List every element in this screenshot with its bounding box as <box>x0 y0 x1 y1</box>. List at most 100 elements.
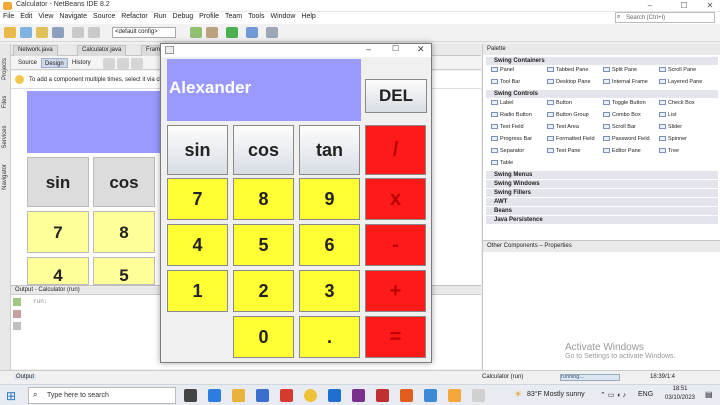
menu-edit[interactable]: Edit <box>17 12 35 21</box>
file-explorer-icon[interactable] <box>232 389 245 402</box>
profile-icon[interactable] <box>266 27 278 38</box>
palette-item[interactable]: Scroll Pane <box>659 67 696 73</box>
tray-icons[interactable]: ⌃ ▭ ◖ ♪ <box>600 391 626 399</box>
menu-team[interactable]: Team <box>222 12 245 21</box>
tab-design[interactable]: Design <box>41 58 68 68</box>
app-icon[interactable] <box>328 389 341 402</box>
palette-item[interactable]: Tree <box>659 148 679 154</box>
minimize-icon[interactable]: – <box>366 44 371 54</box>
undo-icon[interactable] <box>72 27 84 38</box>
maximize-icon[interactable]: ☐ <box>674 0 694 12</box>
palette-item[interactable]: Combo Box <box>603 112 641 118</box>
netbeans-taskbar-icon[interactable] <box>448 389 461 402</box>
preview-design-icon[interactable] <box>131 58 143 69</box>
palette-item[interactable]: Desktop Pane <box>547 79 591 85</box>
settings-icon[interactable] <box>13 322 21 330</box>
palette-item[interactable]: Progress Bar <box>491 136 532 142</box>
minus-button[interactable]: - <box>365 224 426 266</box>
tan-button[interactable]: tan <box>299 125 360 175</box>
digit-6-button[interactable]: 6 <box>299 224 360 266</box>
maximize-icon[interactable]: ☐ <box>392 44 399 53</box>
new-file-icon[interactable] <box>20 27 32 38</box>
task-view-icon[interactable] <box>184 389 197 402</box>
save-all-icon[interactable] <box>52 27 64 38</box>
menu-window[interactable]: Window <box>267 12 298 21</box>
tab-calculator-java[interactable]: Calculator.java <box>77 45 127 56</box>
output-tab[interactable]: Output <box>14 374 37 380</box>
selection-mode-icon[interactable] <box>103 58 115 69</box>
connection-mode-icon[interactable] <box>117 58 129 69</box>
equals-button[interactable]: = <box>365 316 426 358</box>
section-swing-fillers[interactable]: Swing Fillers <box>486 189 718 197</box>
decimal-button[interactable]: . <box>299 316 360 358</box>
section-java-persistence[interactable]: Java Persistence <box>486 216 718 224</box>
plus-button[interactable]: + <box>365 270 426 312</box>
menu-run[interactable]: Run <box>151 12 170 21</box>
menu-help[interactable]: Help <box>298 12 318 21</box>
palette-item[interactable]: Text Field <box>491 124 524 130</box>
debug-icon[interactable] <box>246 27 258 38</box>
digit-0-button[interactable]: 0 <box>233 316 294 358</box>
multiply-button[interactable]: x <box>365 178 426 220</box>
edge-icon[interactable] <box>208 389 221 402</box>
rerun-icon[interactable] <box>13 298 21 306</box>
menu-navigate[interactable]: Navigate <box>56 12 90 21</box>
palette-item[interactable]: Table <box>491 160 513 166</box>
config-select[interactable]: <default config> <box>112 27 176 38</box>
palette-item[interactable]: Button <box>547 100 572 106</box>
chrome-icon[interactable] <box>304 389 317 402</box>
palette-item[interactable]: Radio Button <box>491 112 532 118</box>
digit-7-button[interactable]: 7 <box>167 178 228 220</box>
tab-source[interactable]: Source <box>15 58 40 68</box>
palette-item[interactable]: Editor Pane <box>603 148 641 154</box>
app-icon[interactable] <box>376 389 389 402</box>
digit-8-button[interactable]: 8 <box>233 178 294 220</box>
new-project-icon[interactable] <box>4 27 16 38</box>
palette-item[interactable]: Slider <box>659 124 682 130</box>
palette-item[interactable]: Toggle Button <box>603 100 646 106</box>
section-awt[interactable]: AWT <box>486 198 718 206</box>
app-icon[interactable] <box>352 389 365 402</box>
minimize-icon[interactable]: – <box>640 0 660 12</box>
open-project-icon[interactable] <box>36 27 48 38</box>
close-icon[interactable]: ✕ <box>700 0 720 12</box>
stop-icon[interactable] <box>13 310 21 318</box>
side-tab-files[interactable]: Files <box>2 87 8 117</box>
palette-item[interactable]: Layered Pane <box>659 79 702 85</box>
weather-text[interactable]: 83°F Mostly sunny <box>527 391 585 398</box>
app-icon[interactable] <box>400 389 413 402</box>
palette-item[interactable]: Text Area <box>547 124 579 130</box>
palette-item[interactable]: Text Pane <box>547 148 580 154</box>
menu-file[interactable]: File <box>0 12 17 21</box>
palette-item[interactable]: Button Group <box>547 112 589 118</box>
tab-network-java[interactable]: Network.java <box>13 45 58 56</box>
digit-3-button[interactable]: 3 <box>299 270 360 312</box>
menu-refactor[interactable]: Refactor <box>118 12 150 21</box>
sin-button[interactable]: sin <box>167 125 228 175</box>
palette-item[interactable]: Scroll Bar <box>603 124 636 130</box>
store-icon[interactable] <box>256 389 269 402</box>
office-icon[interactable] <box>280 389 293 402</box>
clean-build-icon[interactable] <box>206 27 218 38</box>
section-swing-controls[interactable]: Swing Controls <box>486 90 718 98</box>
redo-icon[interactable] <box>88 27 100 38</box>
tab-history[interactable]: History <box>69 58 94 68</box>
palette-item[interactable]: Password Field <box>603 136 650 142</box>
divide-button[interactable]: / <box>365 125 426 175</box>
menu-view[interactable]: View <box>35 12 56 21</box>
section-swing-windows[interactable]: Swing Windows <box>486 180 718 188</box>
palette-item[interactable]: Label <box>491 100 513 106</box>
section-swing-menus[interactable]: Swing Menus <box>486 171 718 179</box>
app-icon[interactable] <box>424 389 437 402</box>
clock-date[interactable]: 03/10/2023 <box>660 395 700 401</box>
app-icon[interactable] <box>472 389 485 402</box>
notifications-icon[interactable]: ▤ <box>705 390 713 399</box>
palette-item[interactable]: Spinner <box>659 136 687 142</box>
taskbar-search-box[interactable]: Type here to search <box>28 387 176 404</box>
windows-start-icon[interactable]: ⊞ <box>6 389 16 403</box>
search-input[interactable]: Search (Ctrl+I) <box>615 12 715 23</box>
run-icon[interactable] <box>226 27 238 38</box>
palette-item[interactable]: Panel <box>491 67 514 73</box>
language-indicator[interactable]: ENG <box>638 391 653 398</box>
close-icon[interactable]: ✕ <box>417 44 425 55</box>
